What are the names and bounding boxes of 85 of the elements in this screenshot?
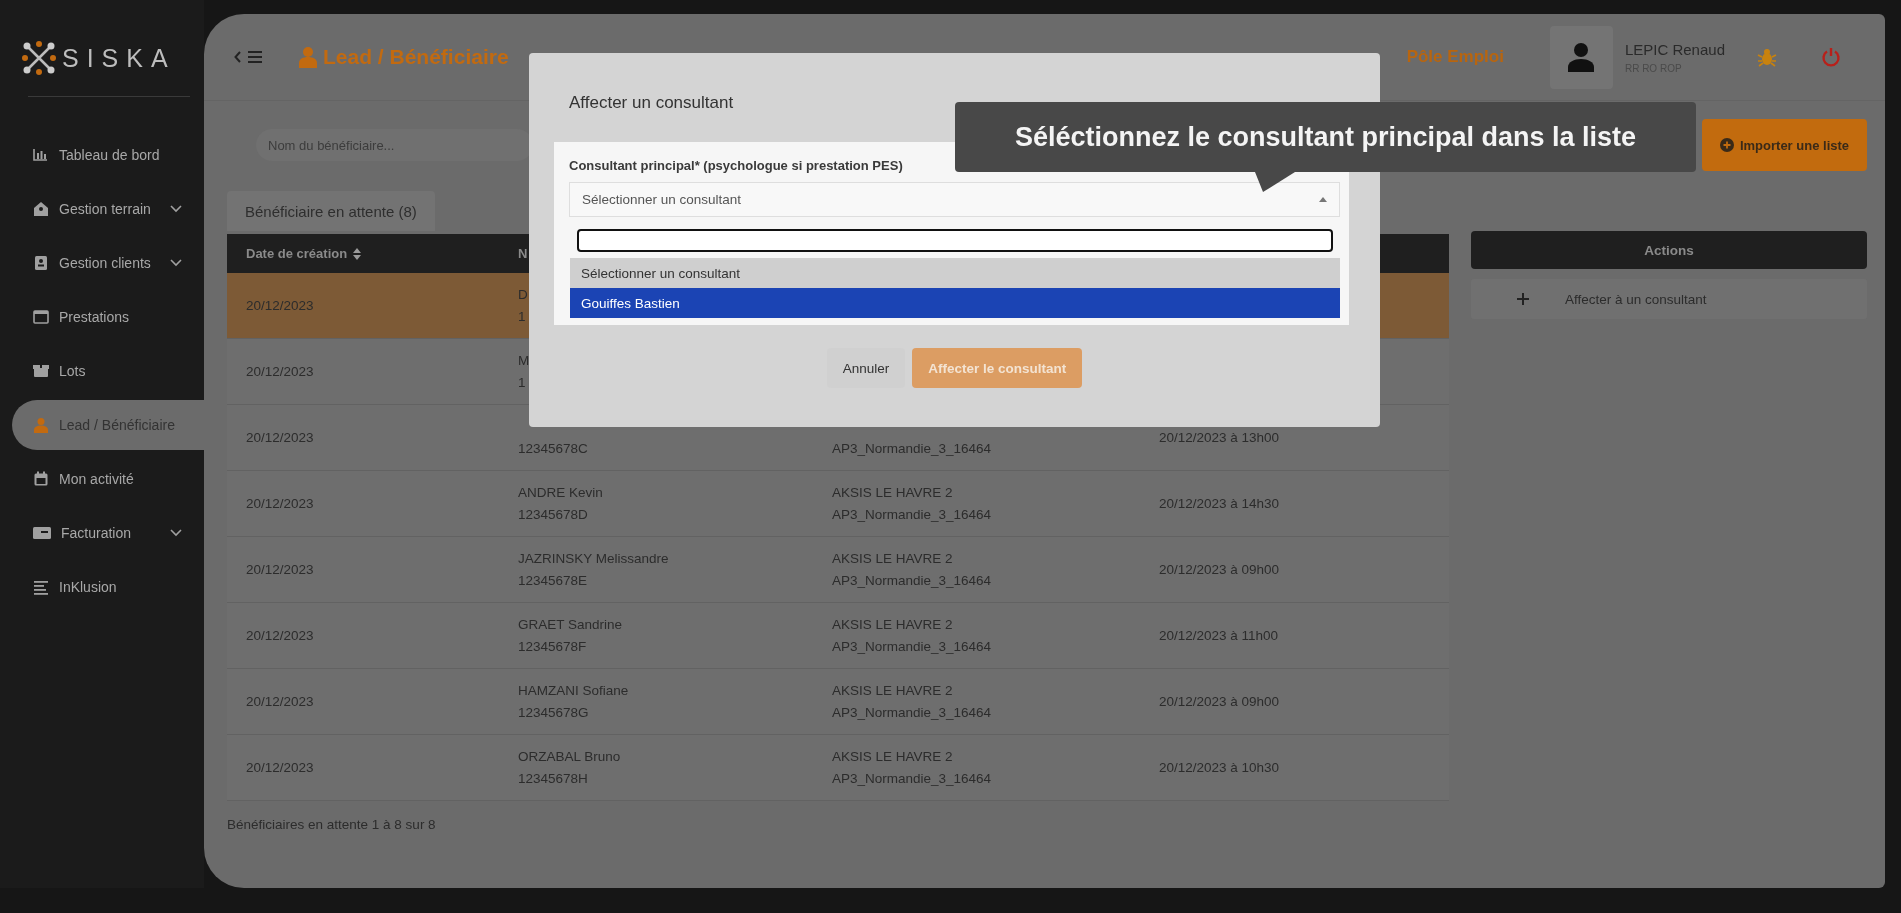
modal-title: Affecter un consultant: [569, 93, 734, 113]
table-cell-text: 20/12/2023: [246, 560, 314, 579]
dropdown-search-field[interactable]: [577, 229, 1333, 252]
table-cell-text: 20/12/2023 à 09h00: [1159, 692, 1280, 711]
menu-icon[interactable]: [248, 51, 262, 63]
dropdown-option[interactable]: Gouiffes Bastien: [570, 288, 1340, 318]
logo-icon: [22, 41, 56, 75]
table-cell-text: AKSIS LE HAVRE 2: [832, 615, 953, 634]
dropdown-option[interactable]: Sélectionner un consultant: [570, 258, 1340, 288]
boxes-icon: [33, 363, 49, 379]
table-cell-text: ORZABAL Bruno: [518, 747, 621, 766]
table-cell-text: 20/12/2023: [246, 296, 314, 315]
person-icon: [298, 46, 318, 68]
bug-icon[interactable]: [1757, 47, 1777, 67]
table-cell-text: 12345678C: [518, 439, 588, 458]
table-cell-text: AKSIS LE HAVRE 2: [832, 747, 953, 766]
column-header[interactable]: N: [518, 246, 528, 261]
import-button[interactable]: Importer une liste: [1702, 119, 1867, 171]
table-cell-text: HAMZANI Sofiane: [518, 681, 629, 700]
pagination-info: Bénéficiaires en attente 1 à 8 sur 8: [227, 817, 437, 832]
table-cell-text: 20/12/2023 à 13h00: [1159, 428, 1280, 447]
calendar-icon: [33, 471, 49, 487]
user-icon: [1567, 42, 1596, 72]
table-cell-text: AP3_Normandie_3_16464: [832, 439, 992, 458]
page-title: Lead / Bénéficiaire: [323, 45, 509, 69]
plus-icon: [1517, 293, 1529, 305]
plus-circle-icon: [1719, 138, 1734, 152]
table-cell-text: JAZRINSKY Melissandre: [518, 549, 669, 568]
table-cell-text: 12345678D: [518, 505, 588, 524]
table-cell-text: 12345678H: [518, 769, 588, 788]
person-icon: [33, 417, 49, 433]
table-cell-text: AP3_Normandie_3_16464: [832, 637, 992, 656]
table-cell-text: 20/12/2023: [246, 428, 314, 447]
table-cell-text: AKSIS LE HAVRE 2: [832, 681, 953, 700]
user-name: LEPIC Renaud: [1624, 40, 1725, 58]
table-cell-text: 12345678F: [518, 637, 587, 656]
table-cell-text: 20/12/2023 à 09h00: [1159, 560, 1280, 579]
table-cell-text: AP3_Normandie_3_16464: [832, 571, 992, 590]
contact-card-icon: [33, 255, 49, 271]
sidebar-item[interactable]: Facturation: [12, 508, 204, 558]
table-cell-text: 20/12/2023: [246, 692, 314, 711]
table-cell-text: D: [518, 285, 528, 304]
header-subtitle: Pôle Emploi: [1406, 47, 1504, 67]
table-cell-text: ANDRE Kevin: [518, 483, 603, 502]
chart-icon: [33, 147, 49, 163]
action-item[interactable]: Affecter à un consultant: [1471, 279, 1867, 319]
tooltip-pointer: [1255, 172, 1295, 192]
table-cell-text: 12345678E: [518, 571, 588, 590]
banknote-icon: [33, 525, 51, 541]
actions-header: Actions: [1471, 231, 1867, 269]
table-cell-text: AP3_Normandie_3_16464: [832, 505, 992, 524]
sidebar-item[interactable]: InKlusion: [12, 562, 204, 612]
sidebar-item[interactable]: Lots: [12, 346, 204, 396]
table-cell-text: AKSIS LE HAVRE 2: [832, 483, 953, 502]
table-cell-text: AP3_Normandie_3_16464: [832, 703, 992, 722]
sidebar-item[interactable]: Gestion clients: [12, 238, 204, 288]
column-header[interactable]: Date de création: [246, 246, 348, 261]
house-icon: [33, 201, 49, 217]
table-cell-text: 20/12/2023 à 14h30: [1159, 494, 1280, 513]
consultant-select[interactable]: Sélectionner un consultant: [569, 182, 1340, 217]
table-cell-text: 20/12/2023: [246, 494, 314, 513]
table-cell-text: 20/12/2023 à 10h30: [1159, 758, 1280, 777]
sidebar-item[interactable]: Gestion terrain: [12, 184, 204, 234]
sidebar-item[interactable]: Prestations: [12, 292, 204, 342]
sidebar-item[interactable]: Mon activité: [12, 454, 204, 504]
table-cell-text: 20/12/2023: [246, 362, 314, 381]
sidebar-item[interactable]: Tableau de bord: [12, 130, 204, 180]
table-cell-text: 20/12/2023 à 11h00: [1159, 626, 1279, 645]
table-cell-text: 20/12/2023: [246, 758, 314, 777]
table-cell-text: 12345678G: [518, 703, 589, 722]
table-cell-text: AKSIS LE HAVRE 2: [832, 549, 953, 568]
text-lines-icon: [33, 579, 49, 595]
table-cell-text: GRAET Sandrine: [518, 615, 623, 634]
logo-text: SISKA: [62, 43, 176, 73]
sidebar-item[interactable]: Lead / Bénéficiaire: [12, 400, 204, 450]
back-icon[interactable]: [234, 51, 242, 63]
table-cell-text: 1: [518, 307, 526, 326]
table-cell-text: AP3_Normandie_3_16464: [832, 769, 992, 788]
field-label: Consultant principal* (psychologue si prestation PES): [569, 158, 904, 175]
cancel-button[interactable]: Annuler: [826, 348, 906, 388]
table-cell-text: M: [518, 351, 530, 370]
window-icon: [33, 309, 49, 325]
table-cell-text: 20/12/2023: [246, 626, 314, 645]
tab[interactable]: Bénéficiaire en attente (8): [227, 191, 435, 231]
table-cell-text: 1: [518, 373, 526, 392]
